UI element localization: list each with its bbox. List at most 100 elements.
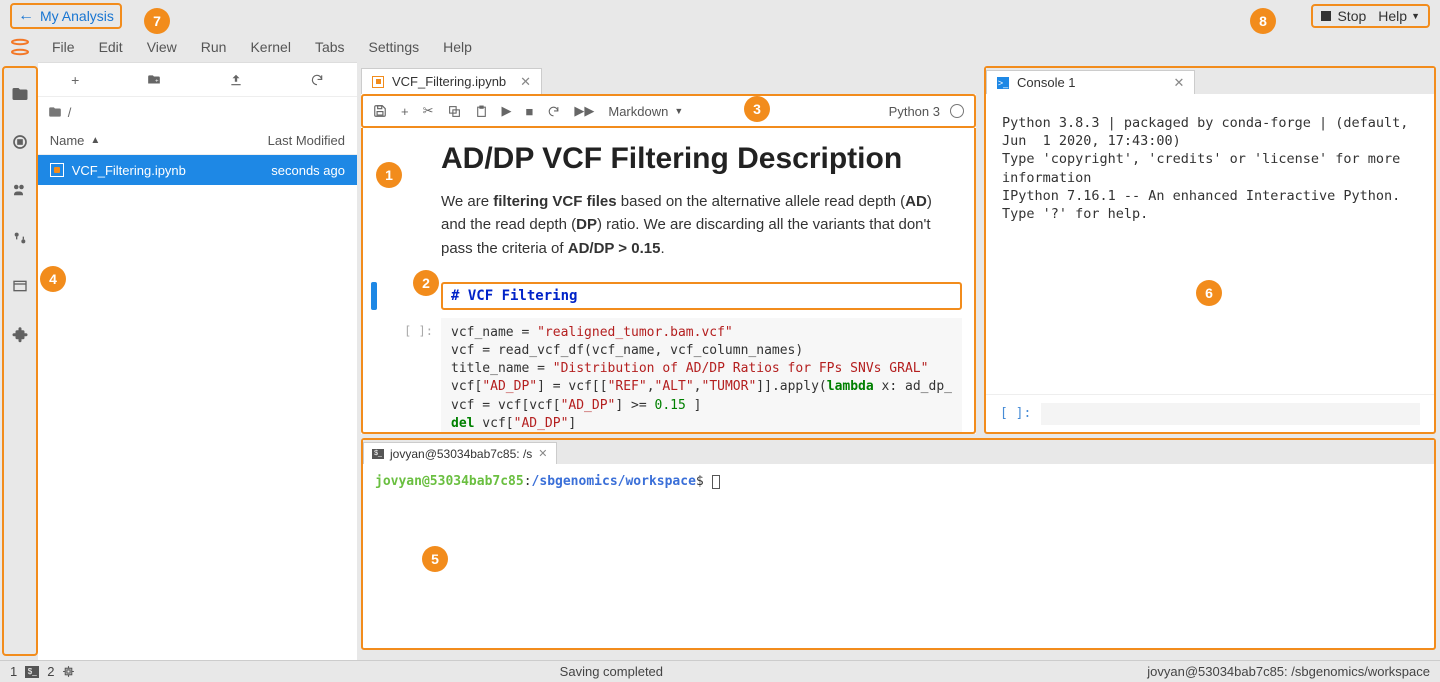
- folder-icon[interactable]: [10, 84, 30, 104]
- terminal-cursor: [712, 475, 720, 489]
- kernel-name[interactable]: Python 3: [889, 104, 940, 119]
- terminal-tab[interactable]: $_ jovyan@53034bab7c85: /s ✕: [363, 442, 557, 464]
- cell-type-select[interactable]: Markdown ▼: [608, 104, 683, 119]
- name-header[interactable]: Name: [50, 133, 85, 148]
- back-to-analysis[interactable]: ← My Analysis: [10, 3, 122, 29]
- top-bar: ← My Analysis Stop Help ▼: [0, 0, 1440, 32]
- markdown-cell[interactable]: AD/DP VCF Filtering Description We are f…: [371, 136, 974, 272]
- menu-settings[interactable]: Settings: [357, 35, 432, 59]
- new-folder-icon[interactable]: +: [146, 73, 162, 87]
- help-menu[interactable]: Help ▼: [1378, 8, 1420, 24]
- status-term-count2[interactable]: 2: [47, 664, 54, 679]
- console-tab[interactable]: >_ Console 1 ✕: [986, 70, 1195, 94]
- status-right: jovyan@53034bab7c85: /sbgenomics/workspa…: [1147, 664, 1430, 679]
- terminal-body[interactable]: jovyan@53034bab7c85:/sbgenomics/workspac…: [363, 464, 1434, 648]
- console-input[interactable]: [1041, 403, 1420, 425]
- extension-icon[interactable]: [10, 324, 30, 344]
- file-browser: + + / Name ▲ Last Modified VCF_Filtering…: [38, 62, 357, 660]
- status-bar: 1 $_ 2 Saving completed jovyan@53034bab7…: [0, 660, 1440, 682]
- file-row[interactable]: VCF_Filtering.ipynb seconds ago: [38, 155, 357, 185]
- console-panel: >_ Console 1 ✕ Python 3.8.3 | packaged b…: [984, 66, 1436, 434]
- breadcrumb-root: /: [68, 105, 72, 120]
- notebook-tab[interactable]: VCF_Filtering.ipynb ✕: [361, 68, 542, 94]
- stop-button[interactable]: Stop: [1321, 8, 1366, 24]
- menu-file[interactable]: File: [40, 35, 87, 59]
- callout-2: 2: [413, 270, 439, 296]
- folder-icon: [48, 105, 62, 119]
- menu-tabs[interactable]: Tabs: [303, 35, 357, 59]
- copy-icon[interactable]: [448, 105, 461, 118]
- add-cell-icon[interactable]: +: [401, 104, 409, 119]
- settings-icon[interactable]: [10, 228, 30, 248]
- kernel-status-icon: [950, 104, 964, 118]
- sort-asc-icon: ▲: [90, 135, 100, 146]
- status-term-count1[interactable]: 1: [10, 664, 17, 679]
- close-icon[interactable]: ✕: [520, 74, 531, 90]
- restart-icon[interactable]: [547, 105, 560, 118]
- callout-1: 1: [376, 162, 402, 188]
- callout-6: 6: [1196, 280, 1222, 306]
- console-icon: >_: [997, 77, 1009, 89]
- cpu-icon[interactable]: [62, 665, 75, 678]
- console-prompt: [ ]:: [1000, 406, 1031, 421]
- svg-text:+: +: [155, 78, 159, 84]
- terminal-icon[interactable]: $_: [25, 666, 39, 678]
- notebook-content: AD/DP VCF Filtering Description We are f…: [361, 128, 976, 434]
- menu-kernel[interactable]: Kernel: [238, 35, 302, 59]
- file-list-header: Name ▲ Last Modified: [38, 127, 357, 155]
- save-icon[interactable]: [373, 104, 387, 118]
- breadcrumb[interactable]: /: [38, 97, 357, 127]
- heading-cell[interactable]: # VCF Filtering: [371, 282, 974, 310]
- notebook-file-icon: [50, 163, 64, 177]
- console-output: Python 3.8.3 | packaged by conda-forge |…: [986, 94, 1434, 394]
- stop-icon: [1321, 11, 1331, 21]
- menu-run[interactable]: Run: [189, 35, 239, 59]
- modified-header[interactable]: Last Modified: [268, 133, 345, 148]
- jupyter-logo-icon: [8, 35, 32, 59]
- stop-icon[interactable]: ■: [526, 104, 534, 119]
- refresh-icon[interactable]: [310, 73, 324, 87]
- activity-bar: [2, 66, 38, 656]
- menu-edit[interactable]: Edit: [87, 35, 135, 59]
- arrow-left-icon: ←: [18, 7, 34, 25]
- callout-4: 4: [40, 266, 66, 292]
- run-icon[interactable]: ▶: [502, 103, 512, 119]
- console-input-row: [ ]:: [986, 394, 1434, 432]
- active-cell-indicator: [371, 282, 377, 310]
- commands-icon[interactable]: [10, 180, 30, 200]
- callout-5: 5: [422, 546, 448, 572]
- callout-3: 3: [744, 96, 770, 122]
- chevron-down-icon: ▼: [1411, 11, 1420, 21]
- running-icon[interactable]: [10, 132, 30, 152]
- code-cell[interactable]: [ ]: vcf_name = "realigned_tumor.bam.vcf…: [371, 318, 974, 434]
- callout-8: 8: [1250, 8, 1276, 34]
- console-tab-label: Console 1: [1017, 75, 1076, 90]
- tab-label: VCF_Filtering.ipynb: [392, 74, 506, 89]
- notebook-panel: VCF_Filtering.ipynb ✕ + ✂ ▶ ■ ▶▶ Markdow…: [361, 66, 976, 434]
- stop-label: Stop: [1337, 8, 1366, 24]
- chevron-down-icon: ▼: [674, 106, 683, 116]
- md-heading: AD/DP VCF Filtering Description: [441, 142, 952, 176]
- notebook-toolbar: + ✂ ▶ ■ ▶▶ Markdown ▼ Python 3: [361, 94, 976, 128]
- upload-icon[interactable]: [229, 73, 243, 87]
- close-icon[interactable]: ✕: [1174, 75, 1185, 91]
- terminal-tab-label: jovyan@53034bab7c85: /s: [390, 447, 532, 461]
- menu-bar: File Edit View Run Kernel Tabs Settings …: [0, 32, 1440, 62]
- terminal-icon: $_: [372, 449, 384, 459]
- heading-cell-text: # VCF Filtering: [451, 288, 577, 304]
- menu-help[interactable]: Help: [431, 35, 484, 59]
- notebook-file-icon: [372, 76, 384, 88]
- close-icon[interactable]: ✕: [538, 447, 547, 460]
- run-all-icon[interactable]: ▶▶: [574, 103, 594, 119]
- cut-icon[interactable]: ✂: [423, 103, 434, 119]
- menu-view[interactable]: View: [135, 35, 189, 59]
- new-launcher-icon[interactable]: +: [71, 72, 79, 88]
- terminal-path: /sbgenomics/workspace: [532, 474, 696, 489]
- tabs-icon[interactable]: [10, 276, 30, 296]
- paste-icon[interactable]: [475, 105, 488, 118]
- terminal-panel: $_ jovyan@53034bab7c85: /s ✕ jovyan@5303…: [361, 438, 1436, 650]
- back-label: My Analysis: [40, 8, 114, 24]
- code-prompt: [ ]:: [371, 318, 441, 434]
- file-modified: seconds ago: [271, 163, 345, 178]
- callout-7: 7: [144, 8, 170, 34]
